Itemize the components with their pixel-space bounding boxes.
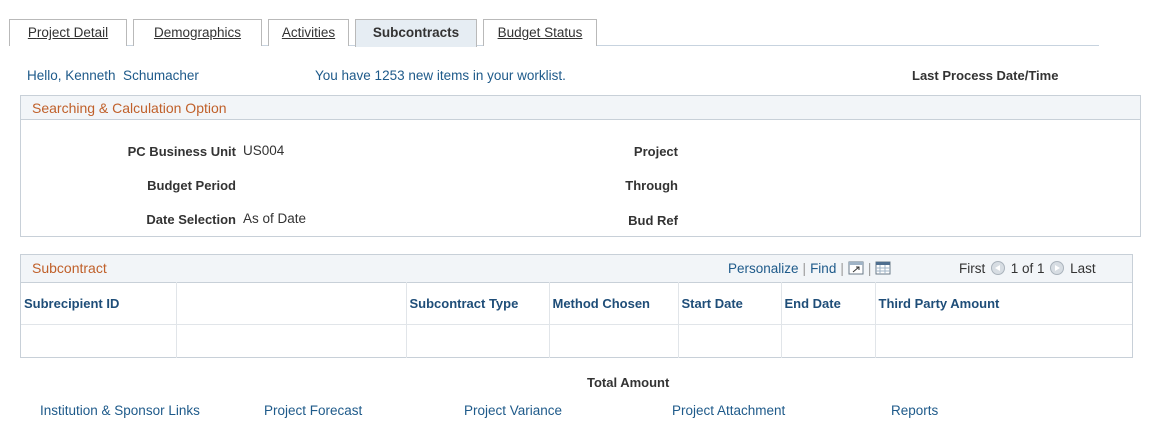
- download-grid-icon[interactable]: [875, 261, 891, 278]
- personalize-link[interactable]: Personalize: [728, 261, 799, 276]
- subcontract-table: Subrecipient ID Subcontract Type Method …: [21, 282, 1132, 358]
- column-blank: [176, 282, 407, 325]
- grid-toolbar: Personalize | Find | |: [728, 261, 891, 278]
- date-selection-label: Date Selection: [146, 212, 236, 227]
- greeting-link[interactable]: Hello, Kenneth Schumacher: [27, 68, 199, 83]
- table-cell: [781, 324, 876, 358]
- tab-bar: Project Detail Demographics Activities S…: [9, 19, 1099, 47]
- previous-icon[interactable]: [991, 261, 1006, 275]
- last-link[interactable]: Last: [1070, 261, 1096, 276]
- table-header-row: Subrecipient ID Subcontract Type Method …: [21, 282, 1132, 325]
- tab-activities[interactable]: Activities: [268, 19, 349, 46]
- institution-sponsor-links-link[interactable]: Institution & Sponsor Links: [40, 403, 200, 418]
- total-amount-label: Total Amount: [587, 375, 670, 390]
- view-all-icon[interactable]: [848, 261, 864, 278]
- tab-budget-status[interactable]: Budget Status: [483, 19, 597, 46]
- column-subrecipient-id[interactable]: Subrecipient ID: [21, 282, 177, 325]
- first-link[interactable]: First: [959, 261, 985, 276]
- reports-link[interactable]: Reports: [891, 403, 938, 418]
- next-icon[interactable]: [1050, 261, 1065, 275]
- page-count: 1 of 1: [1010, 261, 1045, 276]
- column-start-date[interactable]: Start Date: [678, 282, 782, 325]
- date-selection-value: As of Date: [243, 211, 307, 226]
- project-variance-link[interactable]: Project Variance: [464, 403, 562, 418]
- table-cell: [678, 324, 782, 358]
- table-cell: [21, 324, 177, 358]
- column-end-date[interactable]: End Date: [781, 282, 876, 325]
- subcontract-grid-header: Subcontract Personalize | Find | | First 1 o…: [21, 255, 1132, 282]
- subcontract-grid: Subcontract Personalize | Find | | First 1 o…: [20, 254, 1133, 358]
- column-method-chosen[interactable]: Method Chosen: [549, 282, 679, 325]
- table-cell: [176, 324, 407, 358]
- worklist-link[interactable]: You have 1253 new items in your worklist…: [315, 68, 566, 83]
- business-unit-label: PC Business Unit: [127, 144, 236, 159]
- tab-demographics[interactable]: Demographics: [133, 19, 262, 46]
- column-third-party-amount[interactable]: Third Party Amount: [875, 282, 1132, 325]
- budget-period-label: Budget Period: [147, 178, 236, 193]
- grid-pager: First 1 of 1 Last: [959, 261, 1096, 276]
- business-unit-value: US004: [243, 143, 285, 158]
- search-options-header: Searching & Calculation Option: [21, 96, 1140, 120]
- bud-ref-label: Bud Ref: [628, 213, 678, 228]
- project-attachment-link[interactable]: Project Attachment: [672, 403, 785, 418]
- last-process-label: Last Process Date/Time: [912, 68, 1059, 83]
- through-label: Through: [625, 178, 678, 193]
- find-link[interactable]: Find: [810, 261, 836, 276]
- project-label: Project: [633, 144, 678, 159]
- search-options-title: Searching & Calculation Option: [32, 100, 227, 116]
- table-row: [21, 324, 1132, 358]
- table-cell: [406, 324, 550, 358]
- table-cell: [549, 324, 679, 358]
- subcontract-grid-title: Subcontract: [32, 260, 107, 276]
- tab-subcontracts[interactable]: Subcontracts: [355, 19, 477, 47]
- search-options-section: Searching & Calculation Option PC Busine…: [20, 95, 1141, 237]
- table-cell: [875, 325, 1132, 358]
- tab-project-detail[interactable]: Project Detail: [9, 19, 127, 46]
- column-subcontract-type[interactable]: Subcontract Type: [406, 282, 550, 325]
- project-forecast-link[interactable]: Project Forecast: [264, 403, 362, 418]
